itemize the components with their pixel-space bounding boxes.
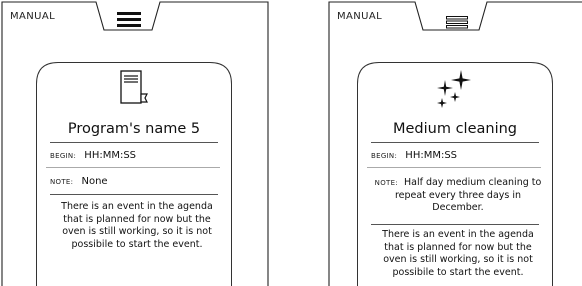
hamburger-menu-icon[interactable] bbox=[446, 16, 468, 29]
event-card: Medium cleaning BEGIN: HH:MM:SS NOTE: Hal… bbox=[357, 62, 553, 286]
event-card: Program's name 5 BEGIN: HH:MM:SS NOTE: N… bbox=[36, 62, 232, 286]
begin-value: HH:MM:SS bbox=[84, 150, 137, 161]
note-key: NOTE: bbox=[50, 178, 74, 186]
divider bbox=[371, 224, 539, 225]
note-value: Half day medium cleaning to repeat every… bbox=[394, 177, 542, 213]
divider bbox=[50, 142, 218, 143]
divider bbox=[367, 167, 541, 168]
divider bbox=[50, 194, 218, 195]
begin-row: BEGIN: HH:MM:SS bbox=[371, 150, 547, 161]
divider bbox=[371, 142, 539, 143]
note-key: NOTE: bbox=[374, 179, 398, 187]
begin-value: HH:MM:SS bbox=[405, 150, 458, 161]
mode-label: MANUAL bbox=[337, 11, 383, 22]
sparkles-icon bbox=[437, 70, 471, 108]
begin-key: BEGIN: bbox=[50, 152, 77, 160]
info-message: There is an event in the agenda that is … bbox=[382, 229, 534, 278]
begin-key: BEGIN: bbox=[371, 152, 398, 160]
note-row: NOTE: None bbox=[50, 176, 226, 187]
program-book-icon bbox=[120, 70, 148, 104]
note-row: NOTE: Half day medium cleaning to repeat … bbox=[371, 177, 545, 215]
info-message: There is an event in the agenda that is … bbox=[61, 201, 213, 250]
mode-label: MANUAL bbox=[10, 11, 56, 22]
program-title: Program's name 5 bbox=[67, 121, 201, 137]
hamburger-menu-icon[interactable] bbox=[117, 12, 141, 27]
divider bbox=[46, 167, 220, 168]
program-title: Medium cleaning bbox=[392, 121, 517, 137]
screen-right: MANUAL Medium cleaning BEGIN: HH:MM:SS N… bbox=[327, 0, 582, 286]
note-value: None bbox=[81, 176, 108, 187]
screen-left: MANUAL Program's name 5 BEGIN: HH:MM:SS … bbox=[0, 0, 270, 286]
begin-row: BEGIN: HH:MM:SS bbox=[50, 150, 226, 161]
